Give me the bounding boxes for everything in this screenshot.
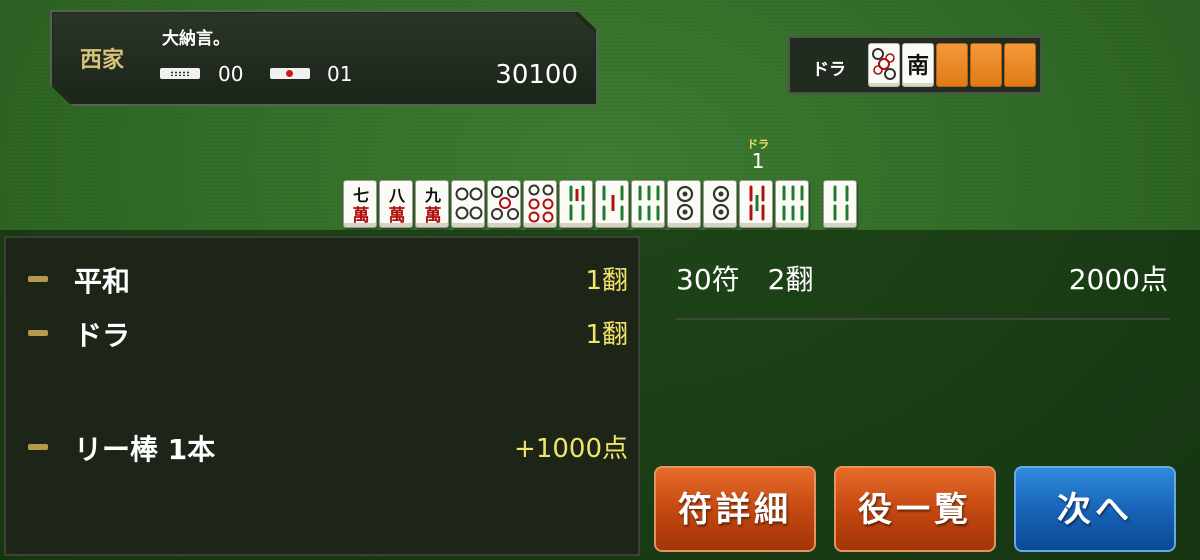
tile-6-sou: [775, 180, 809, 228]
yaku-row: リー棒 1本 +1000点: [28, 428, 628, 466]
dora-tile-hidden: [970, 43, 1002, 87]
yaku-name: 平和: [74, 265, 131, 298]
dora-tile-south: 南: [902, 43, 934, 87]
tile-5-pin: [487, 180, 521, 228]
yaku-list-panel: 平和 1翻 ドラ 1翻 リー棒 1本 +1000点: [4, 236, 640, 556]
tile-4-sou: [559, 180, 593, 228]
dora-label: ドラ: [812, 60, 846, 80]
dora-tile-3-pin: [868, 43, 900, 87]
dora-tile-hidden: [936, 43, 968, 87]
yaku-name: ドラ: [74, 319, 131, 352]
tile-4-pin: [451, 180, 485, 228]
divider: [676, 318, 1170, 320]
svg-text:八: 八: [388, 186, 406, 205]
tile-8-pin: [667, 180, 701, 228]
tile-6-sou: [631, 180, 665, 228]
tile-8-pin: [703, 180, 737, 228]
svg-text:九: 九: [424, 186, 441, 205]
svg-text:萬: 萬: [389, 205, 406, 226]
dora-marker-count: 1: [751, 149, 765, 173]
dora-indicator-panel: ドラ 南: [788, 36, 1042, 94]
fu-detail-button[interactable]: 符詳細: [654, 466, 816, 552]
tile-9-man: 九 萬: [415, 180, 449, 228]
riichi-stick-icon: [270, 68, 310, 79]
tile-4-sou: [739, 180, 773, 228]
player-name: 大納言。: [162, 29, 230, 49]
tile-6-pin: [523, 180, 557, 228]
honba-count: 00: [218, 62, 244, 86]
yaku-list-button[interactable]: 役一覧: [834, 466, 996, 552]
honba-stick-icon: [160, 68, 200, 79]
bullet-icon: [28, 330, 48, 336]
fu-han-summary: 30符 2翻: [676, 263, 814, 296]
yaku-value: +1000点: [514, 434, 628, 464]
yaku-row: 平和 1翻: [28, 260, 628, 298]
riichi-count: 01: [327, 62, 353, 86]
points-total: 2000点: [1068, 263, 1168, 296]
svg-text:七: 七: [353, 186, 369, 205]
dora-count-marker: ドラ 1: [738, 136, 778, 173]
svg-text:南: 南: [907, 53, 929, 79]
tile-7-man: 七 萬: [343, 180, 377, 228]
svg-text:萬: 萬: [425, 205, 442, 226]
yaku-value: 1翻: [585, 266, 628, 296]
seat-wind-label: 西家: [80, 47, 125, 73]
tile-2-sou-winning: [823, 180, 857, 228]
yaku-row: ドラ 1翻: [28, 314, 628, 352]
bullet-icon: [28, 276, 48, 282]
next-button[interactable]: 次へ: [1014, 466, 1176, 552]
yaku-value: 1翻: [585, 320, 628, 350]
player-score: 30100: [495, 60, 578, 90]
player-info-panel: 西家 大納言。 00 01 30100: [50, 10, 598, 106]
bullet-icon: [28, 444, 48, 450]
dora-tile-hidden: [1004, 43, 1036, 87]
tile-5-sou: [595, 180, 629, 228]
tile-8-man: 八 萬: [379, 180, 413, 228]
svg-text:萬: 萬: [353, 205, 370, 226]
yaku-name: リー棒 1本: [74, 433, 216, 466]
